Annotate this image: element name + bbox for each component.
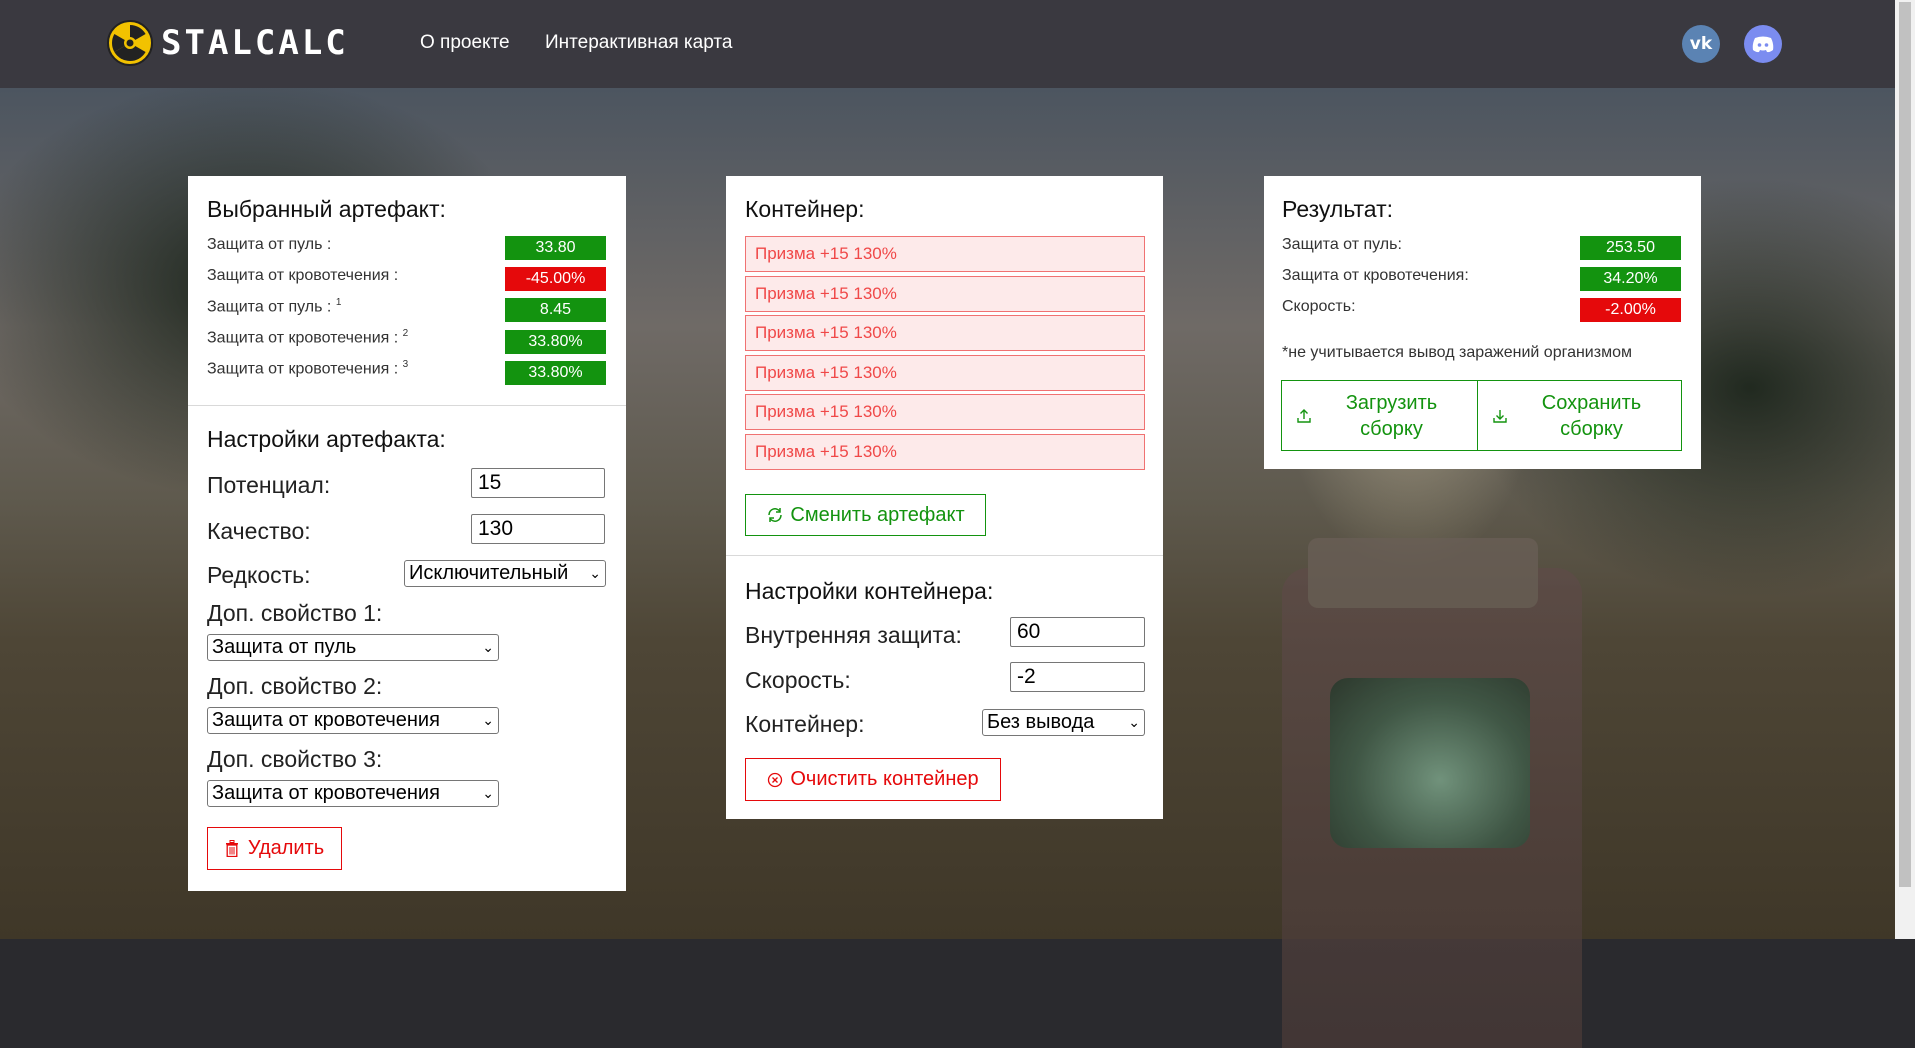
container-type-value: Без вывода — [987, 711, 1095, 733]
brand-name: STALCALC — [161, 23, 349, 63]
inner-protection-input[interactable]: 60 — [1010, 617, 1145, 647]
potential-label: Потенциал: — [207, 472, 331, 498]
container-type-label: Контейнер: — [745, 711, 865, 737]
container-title: Контейнер: — [745, 196, 865, 222]
load-build-label: Загрузить сборку — [1345, 391, 1438, 440]
detector-device-image — [1282, 538, 1582, 1048]
container-slot-5[interactable]: Призма +15 130% — [745, 394, 1145, 430]
change-artifact-button[interactable]: Сменить артефакт — [745, 494, 986, 536]
page-scrollbar[interactable] — [1895, 0, 1915, 939]
artifact-stat-value-4: 33.80% — [505, 330, 606, 354]
extra2-select-value: Защита от кровотечения — [212, 709, 440, 731]
download-icon — [1493, 410, 1507, 423]
change-artifact-label: Сменить артефакт — [790, 503, 965, 526]
refresh-icon — [768, 508, 783, 522]
chevron-down-icon: ⌄ — [482, 639, 494, 655]
discord-icon — [1752, 36, 1774, 52]
artifact-stat-label-4: Защита от кровотечения : 2 — [207, 328, 409, 347]
save-build-label: Сохранить сборку — [1541, 391, 1642, 440]
result-stat-value-1: 253.50 — [1580, 236, 1681, 260]
extra3-label: Доп. свойство 3: — [207, 746, 383, 772]
trash-icon — [225, 840, 238, 857]
result-title: Результат: — [1282, 196, 1393, 222]
artifact-divider — [188, 405, 626, 406]
delete-button-label: Удалить — [247, 837, 325, 859]
extra3-select-value: Защита от кровотечения — [212, 782, 440, 804]
extra1-label: Доп. свойство 1: — [207, 600, 383, 626]
scrollbar-thumb[interactable] — [1899, 2, 1911, 887]
artifact-stat-value-2: -45.00% — [505, 267, 606, 291]
clear-container-button[interactable]: Очистить контейнер — [745, 758, 1001, 801]
extra3-select[interactable]: Защита от кровотечения ⌄ — [207, 780, 499, 807]
artifact-panel: Выбранный артефакт: Защита от пуль : 33.… — [188, 176, 626, 891]
container-panel: Контейнер: Призма +15 130% Призма +15 13… — [726, 176, 1163, 819]
container-slot-4[interactable]: Призма +15 130% — [745, 355, 1145, 391]
extra2-label: Доп. свойство 2: — [207, 673, 383, 699]
container-type-select[interactable]: Без вывода ⌄ — [982, 709, 1145, 736]
artifact-stat-value-5: 33.80% — [505, 361, 606, 385]
rarity-label: Редкость: — [207, 562, 311, 588]
chevron-down-icon: ⌄ — [482, 712, 494, 728]
rarity-select[interactable]: Исключительный ⌄ — [404, 560, 606, 587]
container-settings-title: Настройки контейнера: — [745, 578, 994, 604]
potential-input[interactable]: 15 — [471, 468, 605, 498]
extra1-select[interactable]: Защита от пуль ⌄ — [207, 634, 499, 661]
chevron-down-icon: ⌄ — [482, 785, 494, 801]
quality-label: Качество: — [207, 518, 311, 544]
detector-antenna — [1308, 538, 1538, 608]
artifact-stat-label-3: Защита от пуль : 1 — [207, 297, 342, 316]
result-stat-label-3: Скорость: — [1282, 298, 1356, 315]
rarity-select-value: Исключительный — [409, 562, 569, 584]
container-speed-label: Скорость: — [745, 667, 851, 693]
result-panel: Результат: Защита от пуль: 253.50 Защита… — [1264, 176, 1701, 469]
load-build-button[interactable]: Загрузить сборку — [1281, 380, 1478, 451]
artifact-stat-label-5: Защита от кровотечения : 3 — [207, 359, 409, 378]
container-slot-6[interactable]: Призма +15 130% — [745, 434, 1145, 470]
delete-button[interactable]: Удалить — [207, 827, 342, 870]
quality-input[interactable]: 130 — [471, 514, 605, 544]
artifact-settings-title: Настройки артефакта: — [207, 426, 446, 452]
artifact-stat-label-1: Защита от пуль : — [207, 236, 332, 253]
container-slot-3[interactable]: Призма +15 130% — [745, 315, 1145, 351]
upload-icon — [1297, 409, 1311, 423]
artifact-stat-label-2: Защита от кровотечения : — [207, 267, 399, 284]
container-slot-2[interactable]: Призма +15 130% — [745, 276, 1145, 312]
result-note: *не учитывается вывод заражений организм… — [1282, 344, 1632, 361]
save-build-button[interactable]: Сохранить сборку — [1477, 380, 1682, 451]
container-slot-1[interactable]: Призма +15 130% — [745, 236, 1145, 272]
result-stat-value-2: 34.20% — [1580, 267, 1681, 291]
container-divider — [726, 555, 1163, 556]
chevron-down-icon: ⌄ — [589, 565, 601, 581]
nav-link-map[interactable]: Интерактивная карта — [545, 32, 732, 54]
nav-link-about[interactable]: О проекте — [420, 32, 510, 54]
radiation-icon — [107, 20, 153, 66]
artifact-stat-value-1: 33.80 — [505, 236, 606, 260]
result-stat-label-2: Защита от кровотечения: — [1282, 267, 1469, 284]
artifact-title: Выбранный артефакт: — [207, 196, 446, 222]
chevron-down-icon: ⌄ — [1128, 714, 1140, 730]
brand-logo[interactable]: STALCALC — [107, 20, 349, 66]
result-stat-value-3: -2.00% — [1580, 298, 1681, 322]
result-stat-label-1: Защита от пуль: — [1282, 236, 1402, 253]
vk-icon: vk — [1689, 34, 1713, 54]
clear-container-label: Очистить контейнер — [790, 768, 979, 790]
extra2-select[interactable]: Защита от кровотечения ⌄ — [207, 707, 499, 734]
artifact-stat-value-3: 8.45 — [505, 298, 606, 322]
detector-screen — [1330, 678, 1530, 848]
close-circle-icon — [768, 772, 783, 787]
container-speed-input[interactable]: -2 — [1010, 662, 1145, 692]
extra1-select-value: Защита от пуль — [212, 636, 357, 658]
vk-button[interactable]: vk — [1682, 25, 1720, 63]
inner-protection-label: Внутренняя защита: — [745, 622, 962, 648]
navbar: STALCALC О проекте Интерактивная карта v… — [0, 0, 1895, 88]
discord-button[interactable] — [1744, 25, 1782, 63]
